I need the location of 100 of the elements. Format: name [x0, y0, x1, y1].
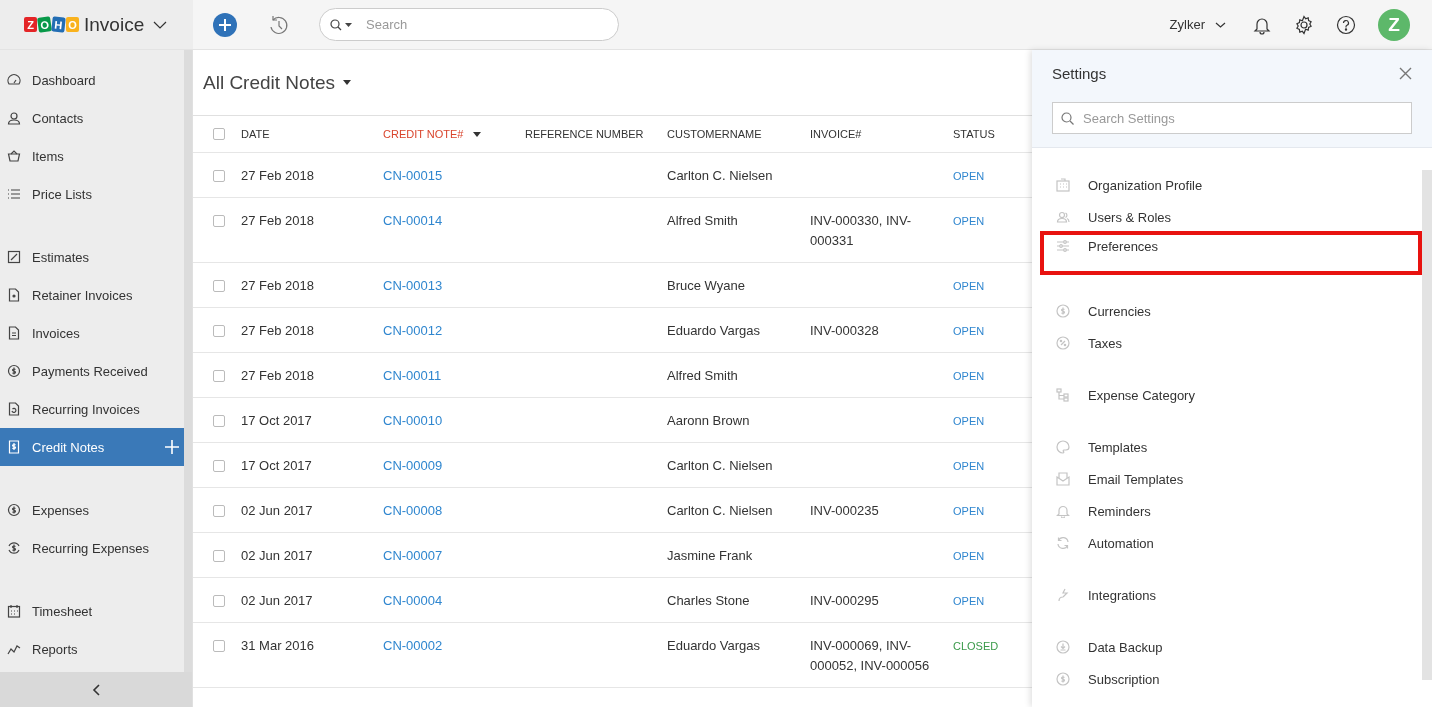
checkbox[interactable]	[213, 550, 225, 562]
sidebar-item[interactable]: Retainer Invoices	[0, 276, 184, 314]
settings-item[interactable]: Templates	[1040, 431, 1422, 463]
sidebar-item[interactable]: Items	[0, 137, 184, 175]
settings-item[interactable]: Currencies	[1040, 295, 1422, 327]
credit-note-link[interactable]: CN-00014	[383, 211, 443, 231]
refresh-icon	[1056, 536, 1070, 550]
checkbox[interactable]	[213, 215, 225, 227]
date-cell-text: 31 Mar 2016	[241, 637, 314, 655]
customer-cell-text: Alfred Smith	[667, 367, 738, 385]
status-label: OPEN	[953, 279, 985, 294]
product-name: Invoice	[84, 13, 145, 36]
date-cell-text: 27 Feb 2018	[241, 167, 314, 185]
invoice-cell-text: INV-000330, INV-000331	[810, 212, 913, 250]
history-icon[interactable]	[267, 13, 289, 36]
settings-item[interactable]: Reminders	[1040, 495, 1422, 527]
view-selector[interactable]: All Credit Notes	[203, 71, 351, 94]
column-header[interactable]: STATUS	[953, 124, 995, 144]
column-header[interactable]: DATE	[241, 124, 270, 144]
logo-letter: O	[66, 17, 79, 32]
checkbox[interactable]	[213, 415, 225, 427]
settings-item[interactable]: Integrations	[1040, 579, 1422, 611]
settings-icon[interactable]	[1294, 14, 1314, 35]
sidebar-item[interactable]: Contacts	[0, 99, 184, 137]
sidebar-item[interactable]: Dashboard	[0, 61, 184, 99]
settings-item[interactable]: Automation	[1040, 527, 1422, 559]
plus-circle-icon[interactable]	[213, 12, 237, 37]
hierarchy-icon	[1056, 388, 1070, 402]
settings-item[interactable]: Taxes	[1040, 327, 1422, 359]
invoice-cell-text: INV-000328	[810, 322, 879, 340]
checkbox[interactable]	[213, 640, 225, 652]
credit-note-link[interactable]: CN-00011	[383, 366, 442, 386]
credit-note-link[interactable]: CN-00008	[383, 501, 443, 521]
column-header[interactable]: REFERENCE NUMBER	[525, 124, 644, 144]
settings-item[interactable]: Subscription	[1040, 663, 1422, 695]
date-cell-text: 17 Oct 2017	[241, 457, 312, 475]
logo-letter: Z	[24, 17, 37, 32]
checkbox[interactable]	[213, 595, 225, 607]
date-cell-text: 27 Feb 2018	[241, 212, 314, 230]
sidebar-item[interactable]: Timesheet	[0, 592, 184, 630]
credit-note-link[interactable]: CN-00013	[383, 276, 443, 296]
sidebar-item[interactable]: Payments Received	[0, 352, 184, 390]
settings-item[interactable]: Expense Category	[1040, 379, 1422, 411]
settings-item[interactable]: Email Templates	[1040, 463, 1422, 495]
calendar-icon	[7, 604, 21, 618]
customer-cell-text: Carlton C. Nielsen	[667, 457, 773, 475]
credit-note-link[interactable]: CN-00009	[383, 456, 443, 476]
checkbox[interactable]	[213, 505, 225, 517]
settings-item[interactable]: Preferences	[1040, 231, 1422, 275]
panel-title: Settings	[1052, 64, 1107, 82]
logo-letter: H	[51, 16, 66, 33]
chevron-left-icon	[92, 683, 100, 696]
checkbox[interactable]	[213, 460, 225, 472]
credit-note-link[interactable]: CN-00002	[383, 636, 443, 656]
status-label: OPEN	[953, 414, 985, 429]
plus-icon[interactable]	[165, 440, 179, 454]
search-settings-field[interactable]: Search Settings	[1052, 102, 1412, 134]
checkbox[interactable]	[213, 280, 225, 292]
checkbox[interactable]	[213, 128, 225, 140]
credit-note-link[interactable]: CN-00012	[383, 321, 443, 341]
column-header[interactable]: INVOICE#	[810, 124, 862, 144]
chevron-down-icon[interactable]	[153, 20, 168, 29]
settings-item[interactable]: Users & Roles	[1040, 201, 1422, 233]
building-icon	[1056, 178, 1070, 192]
help-icon[interactable]	[1336, 14, 1356, 35]
sidebar-item[interactable]: Price Lists	[0, 175, 184, 213]
sidebar-item[interactable]: Recurring Expenses	[0, 529, 184, 567]
checkbox[interactable]	[213, 370, 225, 382]
customer-cell-text: Eduardo Vargas	[667, 637, 760, 655]
organization-name[interactable]: Zylker	[1169, 17, 1205, 32]
dollar-circle-icon	[1056, 672, 1070, 686]
caret-down-icon	[343, 80, 351, 85]
bell-icon	[1056, 504, 1070, 518]
status-label: CLOSED	[953, 639, 999, 654]
collapse-sidebar-button[interactable]	[0, 672, 192, 707]
dollar-circle-icon	[1056, 304, 1070, 318]
credit-note-link[interactable]: CN-00015	[383, 166, 443, 186]
checkbox[interactable]	[213, 170, 225, 182]
status-label: OPEN	[953, 214, 985, 229]
credit-note-link[interactable]: CN-00010	[383, 411, 443, 431]
credit-note-link[interactable]: CN-00007	[383, 546, 443, 566]
customer-cell-text: Charles Stone	[667, 592, 750, 610]
sidebar-item[interactable]: Expenses	[0, 491, 184, 529]
search-field[interactable]: Search	[319, 8, 619, 41]
column-header[interactable]: CUSTOMERNAME	[667, 124, 762, 144]
invoice-cell-text: INV-000295	[810, 592, 879, 610]
credit-note-link[interactable]: CN-00004	[383, 591, 443, 611]
close-icon[interactable]	[1399, 66, 1412, 80]
checkbox[interactable]	[213, 325, 225, 337]
settings-item[interactable]: Organization Profile	[1040, 169, 1422, 201]
sidebar-item[interactable]: Reports	[0, 630, 184, 668]
sidebar-item[interactable]: Estimates	[0, 238, 184, 276]
sidebar-item[interactable]: Credit Notes	[0, 428, 184, 466]
settings-item[interactable]: Data Backup	[1040, 631, 1422, 663]
column-header[interactable]: CREDIT NOTE#	[383, 124, 464, 144]
sidebar-item[interactable]: Invoices	[0, 314, 184, 352]
recurring-document-icon	[7, 402, 21, 416]
date-cell-text: 27 Feb 2018	[241, 277, 314, 295]
dollar-circle-icon	[7, 503, 21, 517]
sidebar-item[interactable]: Recurring Invoices	[0, 390, 184, 428]
